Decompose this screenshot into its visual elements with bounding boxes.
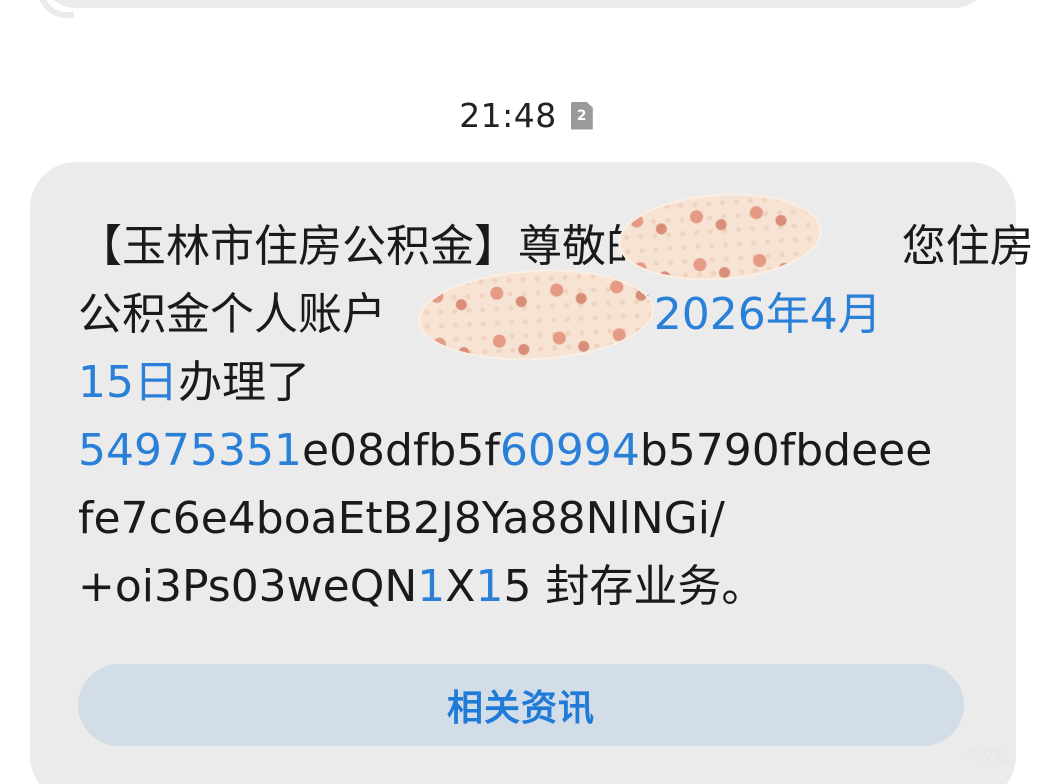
message-text: 公积金个人账户 bbox=[78, 289, 386, 340]
previous-message-bubble[interactable] bbox=[40, 0, 990, 8]
message-link[interactable]: 1 bbox=[417, 561, 445, 612]
message-link[interactable]: 15日 bbox=[78, 357, 178, 408]
message-text: 5 封存业务。 bbox=[503, 561, 766, 612]
message-thread: 21:48 2 【玉林市住房公积金】尊敬的 您住房公积金个人账户 于2026年4… bbox=[0, 0, 1052, 784]
message-timestamp-row: 21:48 2 bbox=[0, 96, 1052, 135]
message-text: X bbox=[445, 561, 476, 612]
message-time: 21:48 bbox=[459, 96, 557, 135]
message-link[interactable]: 1 bbox=[475, 561, 503, 612]
message-text: fe7c6e4boaEtB2J8Ya88NlNGi/ bbox=[78, 493, 725, 544]
related-info-button[interactable]: 相关资讯 bbox=[78, 664, 964, 746]
message-line: fe7c6e4boaEtB2J8Ya88NlNGi/ bbox=[78, 485, 958, 553]
message-link[interactable]: 54975351 bbox=[78, 425, 302, 476]
message-link[interactable]: 2026年4月 bbox=[654, 289, 882, 340]
message-text: +oi3Ps03weQN bbox=[78, 561, 418, 612]
watermark: 卡农社 bbox=[960, 747, 1011, 767]
sim-card-icon: 2 bbox=[570, 101, 593, 130]
message-text: 【玉林市住房公积金】尊敬的 bbox=[78, 221, 650, 272]
message-line: 54975351e08dfb5f60994b5790fbdeee bbox=[78, 417, 958, 485]
previous-bubble-tail bbox=[38, 0, 74, 18]
message-text: 您住房 bbox=[901, 221, 1034, 272]
message-text: e08dfb5f bbox=[301, 425, 500, 476]
message-line: 【玉林市住房公积金】尊敬的 您住房 bbox=[78, 213, 1034, 281]
message-text: 办理了 bbox=[178, 357, 310, 408]
message-line: 15日办理了 bbox=[78, 349, 958, 417]
message-text: b5790fbdeee bbox=[639, 425, 933, 476]
message-line: +oi3Ps03weQN1X15 封存业务。 bbox=[78, 553, 958, 621]
message-link[interactable]: 60994 bbox=[500, 425, 640, 476]
